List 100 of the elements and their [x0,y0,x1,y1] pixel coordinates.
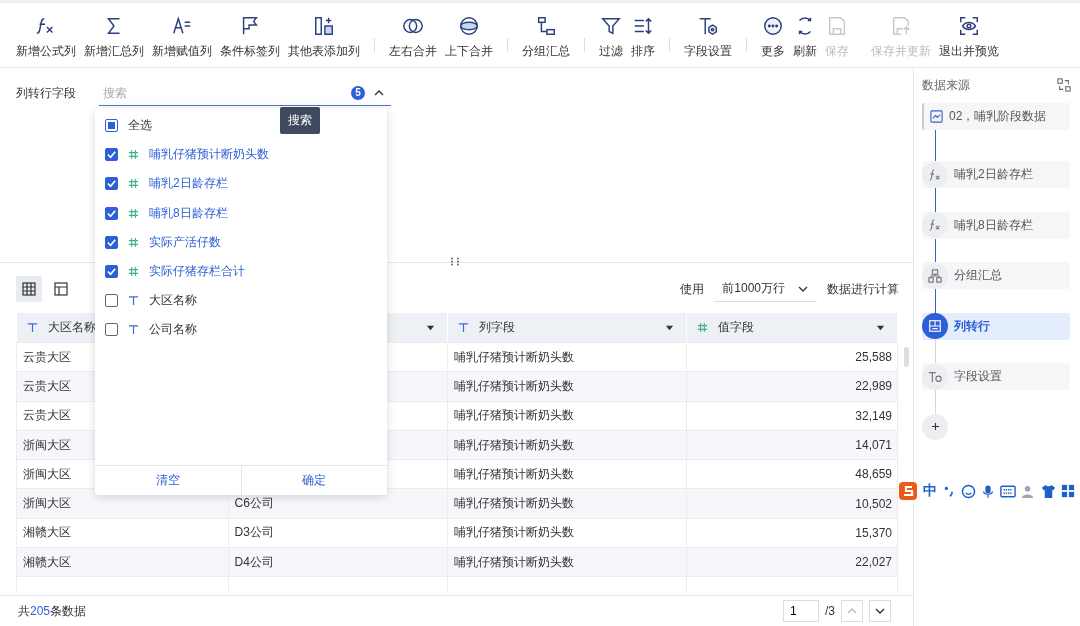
toolbar-button[interactable]: 新增公式列 [12,14,80,60]
dropdown-button[interactable]: 清空 [95,466,241,495]
step-item[interactable]: 哺乳2日龄存栏 [922,161,1070,188]
record-count: 共205条数据 [18,602,87,620]
field-option[interactable]: 实际产活仔数 [105,227,221,257]
toolbar-button[interactable]: 新增赋值列 [148,14,216,60]
table-cell: D4公司 [234,554,274,569]
hash-icon [128,178,139,190]
field-option[interactable]: 哺乳仔猪预计断奶头数 [105,140,269,170]
toolbar-button[interactable]: 分组汇总 [518,14,574,60]
column-header[interactable]: 列字段 [447,313,686,343]
sort-caret-icon[interactable] [425,323,435,332]
ime-logo-icon[interactable] [898,481,918,501]
more-icon [762,14,784,37]
checkbox[interactable] [105,119,118,133]
text-settings-icon [922,363,948,390]
step-item[interactable]: 分组汇总 [922,262,1070,289]
table-cell: D3公司 [234,525,274,540]
table-cell: 哺乳仔猪预计断奶头数 [453,349,574,364]
table-cell: 32,149 [855,408,892,423]
table-cell: 云贵大区 [23,408,71,423]
table-cell: 浙闽大区 [23,466,71,481]
save-upload-icon [890,14,912,37]
toolbar-button[interactable]: 刷新 [789,14,821,60]
text-type-icon [457,322,469,333]
table-cell: 哺乳仔猪预计断奶头数 [453,437,574,452]
toolbar-button[interactable]: 排序 [627,14,659,60]
sort-caret-icon[interactable] [876,323,885,332]
table-cell: 22,027 [855,555,892,570]
grid-view-button[interactable] [16,276,42,302]
table-cell: 14,071 [855,438,892,453]
hash-icon [128,266,139,278]
column-header[interactable]: 值字段 [686,313,898,343]
page-total: /3 [825,604,835,618]
checkbox[interactable] [105,265,118,279]
sort-caret-icon[interactable] [664,323,674,332]
stacked-circle-icon [458,14,480,37]
hash-icon [696,322,708,333]
table-cell: 云贵大区 [23,349,71,364]
step-item[interactable]: 列转行 [922,312,1070,340]
toolbar-button[interactable]: 条件标签列 [216,14,284,60]
text-type-icon [26,322,38,333]
calc-label: 使用 [680,280,705,298]
field-option[interactable]: 实际仔猪存栏合计 [105,256,245,287]
switch-icon[interactable] [1057,78,1071,92]
page-input[interactable]: 1 [783,600,819,622]
toolbar-button[interactable]: 字段设置 [680,14,736,60]
input-mode[interactable]: 中 [923,482,937,500]
table-cell: 22,989 [855,379,892,394]
count-badge: 5 [351,85,365,100]
tooltip: 搜索 [280,107,320,134]
checkbox[interactable] [105,206,118,220]
checkbox[interactable] [105,177,118,191]
table-cell: 云贵大区 [23,378,71,393]
checkbox[interactable] [105,148,118,162]
shirt-icon[interactable] [1041,483,1056,499]
toolbar-button[interactable]: 更多 [757,14,789,60]
table-cell: 湘赣大区 [23,525,71,540]
formula-icon [922,212,948,238]
field-option[interactable]: 哺乳2日龄存栏 [105,169,228,199]
table-cell: 25,588 [855,350,892,365]
keyboard-icon[interactable] [1000,484,1016,498]
search-field[interactable]: 搜索 [99,85,343,100]
checkbox[interactable] [105,235,118,249]
hierarchy-icon [922,262,948,289]
chart-icon [930,110,943,123]
table-cell: 浙闽大区 [23,437,71,452]
table-cell: 48,659 [855,467,892,482]
toolbar-button[interactable]: 退出并预览 [935,14,1003,60]
panel-title: 数据来源 [922,76,970,94]
table-cell: 哺乳仔猪预计断奶头数 [453,554,574,569]
grid-icon[interactable] [1061,484,1075,498]
toolbar-button[interactable]: 其他表添加列 [284,14,364,60]
eye-scan-icon [958,14,980,37]
scrollbar-thumb[interactable] [904,347,909,367]
microphone-icon[interactable] [981,483,995,499]
toolbar-button[interactable]: 上下合并 [441,14,497,60]
punctuation-icon[interactable] [942,484,956,498]
step-item[interactable]: 02，哺乳阶段数据 [922,103,1070,130]
next-page-button[interactable] [869,600,891,622]
plus-icon [930,422,940,431]
save-icon [826,14,848,37]
toolbar-button[interactable]: 左右合并 [385,14,441,60]
toolbar-button[interactable]: 过滤 [595,14,627,60]
emoji-icon[interactable] [961,483,976,499]
checkbox[interactable] [105,294,118,308]
drag-handle-icon[interactable] [450,257,460,266]
row-limit-select[interactable]: 前1000万行 [714,276,817,302]
select-all-option[interactable]: 全选 [105,111,152,141]
field-option[interactable]: 哺乳8日龄存栏 [105,198,228,228]
table-cell: 浙闽大区 [23,496,71,511]
field-option[interactable]: 大区名称 [105,286,197,316]
hash-icon [128,236,139,248]
step-item[interactable]: 字段设置 [922,363,1070,390]
table-cell: 哺乳仔猪预计断奶头数 [453,408,574,423]
text-type-icon [128,295,139,307]
step-item[interactable]: 哺乳8日龄存栏 [922,211,1070,239]
checkbox[interactable] [105,323,118,337]
field-option[interactable]: 公司名称 [105,315,197,345]
toolbar-button[interactable]: 新增汇总列 [80,14,148,60]
